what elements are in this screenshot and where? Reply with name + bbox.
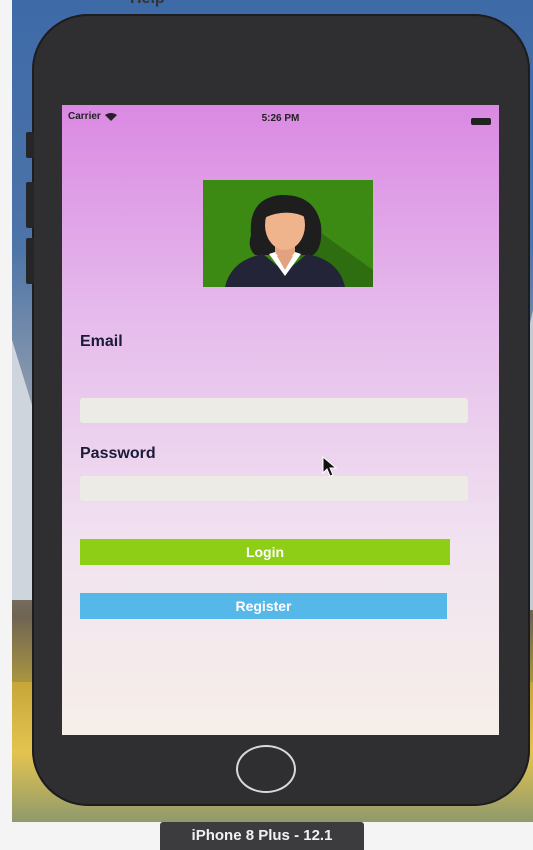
avatar-image: [203, 180, 373, 287]
status-time: 5:26 PM: [261, 113, 300, 124]
home-button[interactable]: [236, 745, 296, 793]
password-label: Password: [80, 445, 156, 462]
mute-switch: [26, 132, 34, 158]
avatar-illustration: [203, 180, 373, 287]
status-bar: Carrier 5:26 PM: [62, 105, 499, 127]
email-label: Email: [80, 333, 123, 350]
cursor-icon: [322, 456, 338, 477]
app-screen: Carrier 5:26 PM Email Password Login Reg…: [62, 105, 499, 735]
volume-up-button: [26, 182, 34, 228]
menu-help[interactable]: Help: [130, 0, 165, 8]
volume-down-button: [26, 238, 34, 284]
login-button[interactable]: Login: [80, 539, 450, 565]
device-name-label: iPhone 8 Plus - 12.1: [160, 822, 364, 850]
battery-icon: [471, 118, 491, 125]
register-button[interactable]: Register: [80, 593, 447, 619]
email-input[interactable]: [80, 398, 468, 423]
password-input[interactable]: [80, 476, 468, 501]
